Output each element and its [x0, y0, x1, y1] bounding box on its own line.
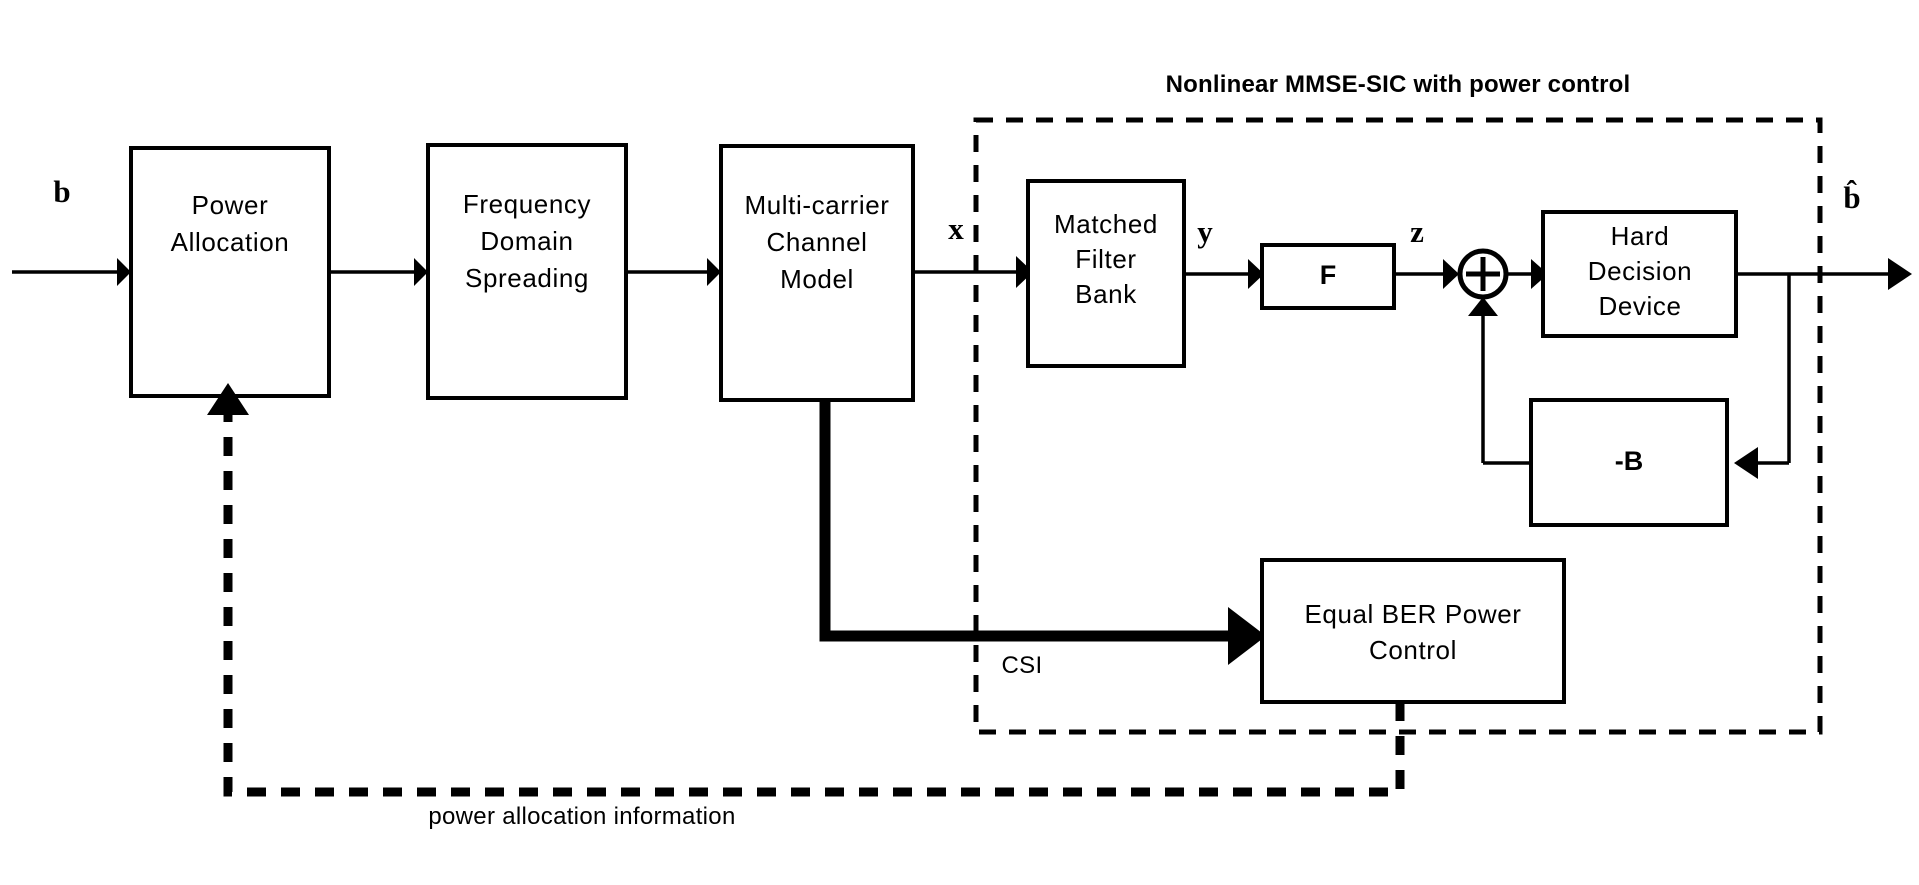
feedback-return-arrowhead: [1468, 297, 1498, 316]
equal-ber-power-control-label-line2: Control: [1369, 635, 1457, 665]
power-allocation-block[interactable]: [129, 146, 331, 398]
feedback-tap-arrowhead: [1734, 447, 1758, 479]
power-allocation-label-line2: Allocation: [171, 227, 290, 257]
hard-decision-label-line1: Hard: [1611, 221, 1670, 251]
signal-label-y: y: [1197, 214, 1213, 249]
matched-filter-bank-label-line1: Matched: [1054, 209, 1158, 239]
power-allocation-label-line1: Power: [192, 190, 269, 220]
block-diagram-canvas: Nonlinear MMSE-SIC with power control Po…: [0, 0, 1919, 885]
frequency-domain-spreading-label-line2: Domain: [480, 226, 573, 256]
signal-label-b: b: [53, 174, 70, 209]
multicarrier-channel-label-line1: Multi-carrier: [744, 190, 889, 220]
power-allocation-information-label: power allocation information: [428, 803, 735, 830]
equal-ber-power-control-label-line1: Equal BER Power: [1304, 599, 1521, 629]
multicarrier-channel-label-line3: Model: [780, 264, 854, 294]
hard-decision-label-line2: Decision: [1588, 256, 1693, 286]
output-bits-arrowhead: [1888, 258, 1912, 290]
connector-power-to-spreading-arrowhead: [414, 258, 428, 286]
equal-ber-power-control-block[interactable]: [1260, 558, 1566, 704]
feedback-filter-label: -B: [1615, 446, 1644, 476]
matched-filter-bank-label-line3: Bank: [1075, 279, 1137, 309]
connector-f-to-sum-arrowhead: [1443, 259, 1459, 289]
signal-label-x: x: [948, 211, 964, 246]
frequency-domain-spreading-label-line1: Frequency: [463, 189, 591, 219]
csi-label: CSI: [1002, 652, 1043, 679]
hard-decision-label-line3: Device: [1598, 291, 1681, 321]
frequency-domain-spreading-label-line3: Spreading: [465, 263, 589, 293]
signal-label-z: z: [1410, 214, 1424, 249]
mmse-sic-block-diagram: Nonlinear MMSE-SIC with power control Po…: [12, 71, 1912, 830]
feedforward-filter-label: F: [1320, 260, 1337, 290]
multicarrier-channel-label-line2: Channel: [766, 227, 867, 257]
csi-path: [819, 400, 1235, 642]
power-allocation-feedback-path: [223, 415, 1405, 797]
matched-filter-bank-label-line2: Filter: [1075, 244, 1136, 274]
connector-spreading-to-channel-arrowhead: [707, 258, 721, 286]
input-bits-arrowhead: [117, 258, 131, 286]
mmse-sic-title: Nonlinear MMSE-SIC with power control: [1166, 71, 1631, 98]
signal-label-bhat: b̂: [1843, 180, 1860, 215]
